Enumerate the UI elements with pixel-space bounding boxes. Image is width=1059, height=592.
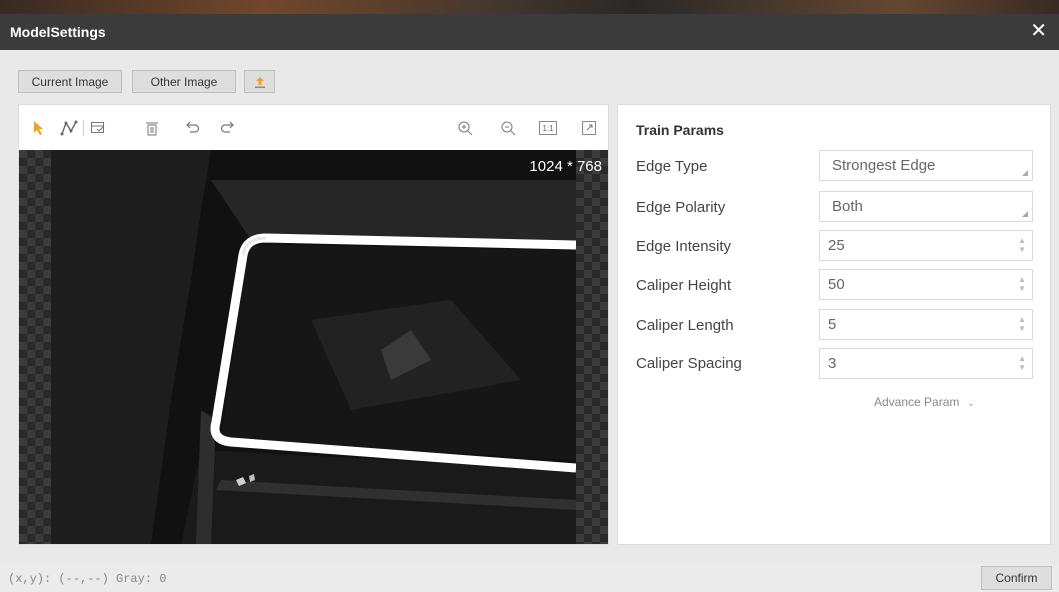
dropdown-corner-icon (1022, 211, 1028, 217)
edge-polarity-label: Edge Polarity (636, 199, 726, 216)
caliper-height-label: Caliper Height (636, 277, 732, 294)
select-region-icon[interactable] (89, 119, 107, 137)
other-image-button[interactable]: Other Image (132, 70, 236, 93)
undo-icon[interactable] (183, 119, 201, 137)
background-strip (0, 0, 1059, 14)
upload-icon (254, 76, 265, 88)
edge-type-select[interactable]: Strongest Edge (819, 150, 1033, 181)
caliper-length-label: Caliper Length (636, 317, 734, 334)
confirm-button[interactable]: Confirm (981, 566, 1052, 590)
caliper-height-value: 50 (828, 276, 845, 293)
caliper-length-value: 5 (828, 316, 837, 333)
advance-param-toggle[interactable]: Advance Param ⌄ (874, 395, 975, 409)
advance-param-label: Advance Param (874, 395, 960, 409)
chevron-down-icon: ⌄ (966, 398, 976, 409)
delete-icon[interactable] (143, 119, 161, 137)
dropdown-corner-icon (1022, 170, 1028, 176)
caliper-length-input[interactable]: 5 ▲ ▼ (819, 309, 1033, 340)
edge-polarity-value: Both (832, 198, 863, 215)
caliper-spacing-label: Caliper Spacing (636, 355, 742, 372)
edge-intensity-label: Edge Intensity (636, 238, 732, 255)
zoom-out-icon[interactable] (499, 119, 517, 137)
checker-left (19, 150, 51, 544)
image-dimensions: 1024 * 768 (529, 158, 602, 175)
current-image-button[interactable]: Current Image (18, 70, 122, 93)
train-params-panel: Train Params Edge Type Strongest Edge Ed… (617, 104, 1051, 545)
model-image (51, 150, 576, 544)
spinner-icon[interactable]: ▲ ▼ (1018, 236, 1026, 254)
edge-type-value: Strongest Edge (832, 157, 936, 174)
polyline-icon[interactable] (60, 119, 78, 137)
image-toolbar: 1:1 (19, 105, 608, 150)
cursor-coordinates: (x,y): (--,--) Gray: 0 (8, 572, 167, 586)
edge-intensity-value: 25 (828, 237, 845, 254)
actual-size-label: 1:1 (539, 121, 557, 135)
status-bar: (x,y): (--,--) Gray: 0 Confirm (0, 565, 1059, 592)
image-canvas[interactable]: 1024 * 768 (19, 150, 608, 544)
train-params-title: Train Params (636, 122, 724, 138)
caliper-spacing-input[interactable]: 3 ▲ ▼ (819, 348, 1033, 379)
toolbar-divider (83, 120, 84, 136)
dialog-titlebar: ModelSettings ✕ (0, 14, 1059, 50)
spinner-icon[interactable]: ▲ ▼ (1018, 275, 1026, 293)
edge-intensity-input[interactable]: 25 ▲ ▼ (819, 230, 1033, 261)
checker-right (576, 150, 608, 544)
close-icon[interactable]: ✕ (1030, 21, 1047, 41)
caliper-spacing-value: 3 (828, 355, 837, 372)
image-panel: 1:1 1024 * 768 (18, 104, 609, 545)
caliper-height-input[interactable]: 50 ▲ ▼ (819, 269, 1033, 300)
edge-polarity-select[interactable]: Both (819, 191, 1033, 222)
dialog-title: ModelSettings (10, 24, 106, 40)
spinner-icon[interactable]: ▲ ▼ (1018, 315, 1026, 333)
zoom-in-icon[interactable] (456, 119, 474, 137)
redo-icon[interactable] (219, 119, 237, 137)
spinner-icon[interactable]: ▲ ▼ (1018, 354, 1026, 372)
fit-window-icon[interactable] (580, 119, 598, 137)
pointer-icon[interactable] (30, 119, 48, 137)
edge-type-label: Edge Type (636, 158, 708, 175)
upload-button[interactable] (244, 70, 275, 93)
actual-size-icon[interactable]: 1:1 (538, 119, 558, 137)
